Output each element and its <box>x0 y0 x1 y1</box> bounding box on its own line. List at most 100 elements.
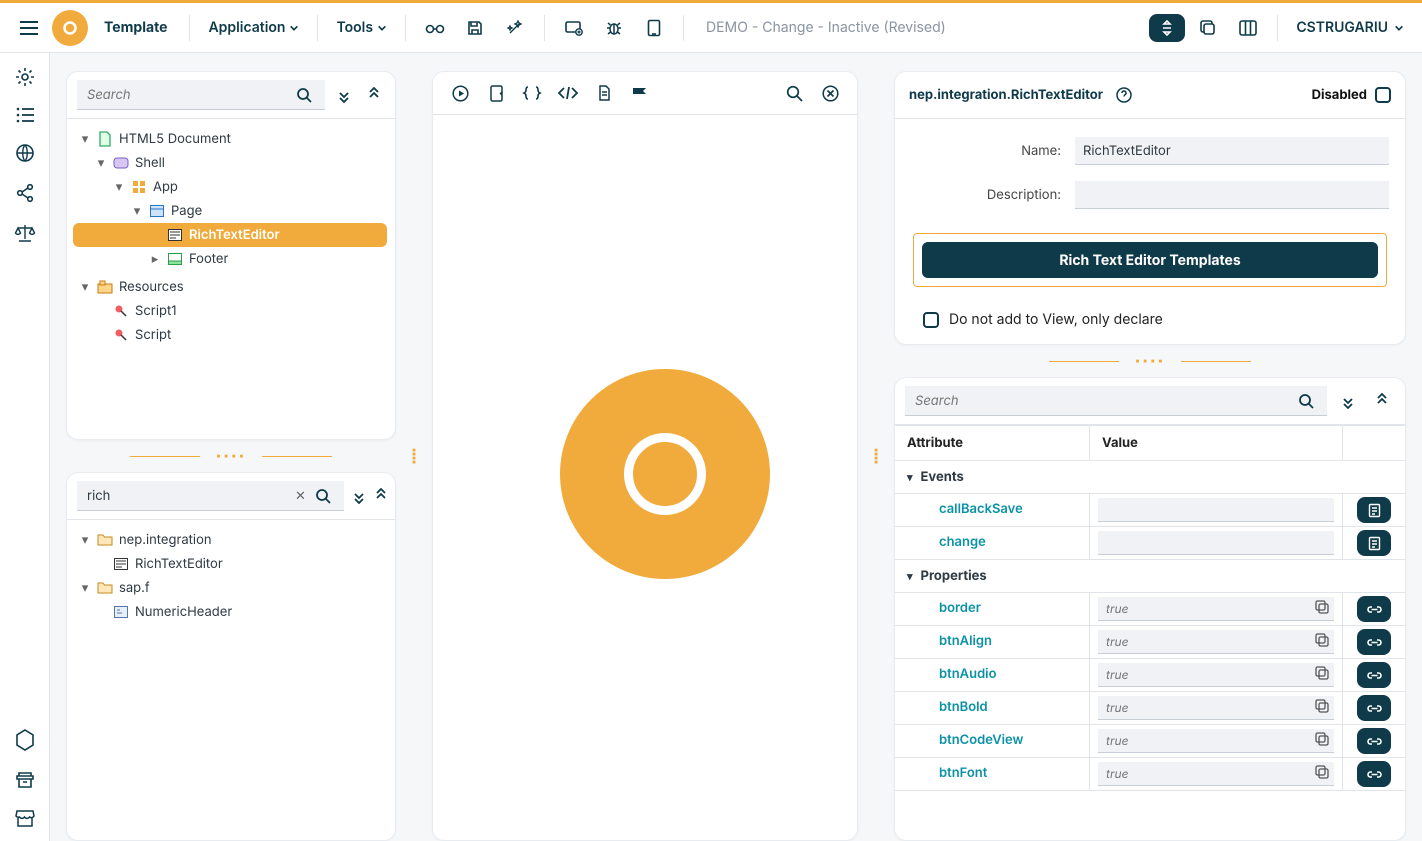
code-icon[interactable] <box>555 80 581 106</box>
lib-group-sapf[interactable]: ▾ sap.f <box>73 576 387 600</box>
property-link[interactable]: btnAlign <box>939 633 992 649</box>
group-properties[interactable]: ▾ Properties <box>895 560 1405 593</box>
application-menu[interactable]: Application <box>202 19 305 36</box>
lib-group-nep[interactable]: ▾ nep.integration <box>73 528 387 552</box>
tree-node-richtexteditor[interactable]: ▸ RichTextEditor <box>73 223 387 247</box>
library-search[interactable]: ✕ <box>77 481 344 511</box>
archive-icon[interactable] <box>15 771 35 789</box>
tree-node-page[interactable]: ▾ Page <box>73 199 387 223</box>
bind-button[interactable] <box>1357 761 1391 787</box>
save-icon[interactable] <box>458 11 492 45</box>
collapse-all-icon[interactable] <box>1369 388 1395 414</box>
tree-node-resources[interactable]: ▾ Resources <box>73 275 387 299</box>
rich-text-editor-templates-button[interactable]: Rich Text Editor Templates <box>922 242 1378 278</box>
bind-button[interactable] <box>1357 728 1391 754</box>
list-icon[interactable] <box>15 107 35 123</box>
collapse-all-icon[interactable] <box>363 82 385 108</box>
library-search-input[interactable] <box>85 487 291 505</box>
expand-all-icon[interactable] <box>352 483 366 509</box>
property-value-input[interactable] <box>1098 663 1334 687</box>
tree-node-root[interactable]: ▾ HTML5 Document <box>73 127 387 151</box>
event-link[interactable]: change <box>939 534 986 550</box>
copy-icon[interactable] <box>1191 11 1225 45</box>
play-icon[interactable] <box>447 80 473 106</box>
tree-search-input[interactable] <box>85 86 291 104</box>
tree-node-footer[interactable]: ▸ Footer <box>73 247 387 271</box>
tree-node-shell[interactable]: ▾ Shell <box>73 151 387 175</box>
value-helper-icon[interactable] <box>1314 599 1330 615</box>
group-events[interactable]: ▾ Events <box>895 461 1405 494</box>
user-menu[interactable]: CSTRUGARIU <box>1290 19 1410 36</box>
bind-button[interactable] <box>1357 596 1391 622</box>
edit-script-button[interactable] <box>1357 530 1391 556</box>
close-circle-icon[interactable] <box>817 80 843 106</box>
vertical-splitter-left[interactable]: ▪▪▪▪ <box>408 71 420 841</box>
horizontal-splitter-right[interactable]: ▪▪▪▪ <box>894 355 1406 367</box>
value-helper-icon[interactable] <box>1314 665 1330 681</box>
declare-only-checkbox[interactable] <box>923 312 939 328</box>
document-icon[interactable] <box>591 80 617 106</box>
globe-icon[interactable] <box>15 143 35 163</box>
magic-wand-icon[interactable] <box>498 11 532 45</box>
tree-node-script1[interactable]: ▸ Script1 <box>73 299 387 323</box>
bug-icon[interactable] <box>597 11 631 45</box>
name-input[interactable] <box>1075 137 1389 165</box>
value-helper-icon[interactable] <box>1314 764 1330 780</box>
search-icon[interactable] <box>291 82 317 108</box>
event-link[interactable]: callBackSave <box>939 501 1023 517</box>
lib-item-rte[interactable]: ▸ RichTextEditor <box>73 552 387 576</box>
hexagon-icon[interactable] <box>15 729 35 751</box>
value-helper-icon[interactable] <box>1314 632 1330 648</box>
expand-all-icon[interactable] <box>1335 388 1361 414</box>
property-link[interactable]: btnBold <box>939 699 988 715</box>
hamburger-menu-icon[interactable] <box>12 11 46 45</box>
attribute-search[interactable] <box>905 386 1327 416</box>
horizontal-splitter[interactable]: ▪▪▪▪ <box>66 450 396 462</box>
bind-button[interactable] <box>1357 629 1391 655</box>
event-value-input[interactable] <box>1098 498 1334 522</box>
scales-icon[interactable] <box>14 223 36 243</box>
bind-button[interactable] <box>1357 695 1391 721</box>
search-icon[interactable] <box>1293 388 1319 414</box>
columns-icon[interactable] <box>1231 11 1265 45</box>
property-link[interactable]: btnFont <box>939 765 987 781</box>
vertical-resize-icon[interactable] <box>1149 14 1185 42</box>
event-value-input[interactable] <box>1098 531 1334 555</box>
property-value-input[interactable] <box>1098 696 1334 720</box>
disabled-checkbox[interactable] <box>1375 87 1391 103</box>
monitor-add-icon[interactable] <box>557 11 591 45</box>
gear-icon[interactable] <box>15 67 35 87</box>
lib-item-numericheader[interactable]: ▸ NumericHeader <box>73 600 387 624</box>
share-nodes-icon[interactable] <box>15 183 35 203</box>
expand-all-icon[interactable] <box>333 82 355 108</box>
bind-button[interactable] <box>1357 662 1391 688</box>
vertical-splitter-right[interactable]: ▪▪▪▪ <box>870 71 882 841</box>
clear-search-icon[interactable]: ✕ <box>291 488 310 504</box>
tree-node-script[interactable]: ▸ Script <box>73 323 387 347</box>
attribute-search-input[interactable] <box>913 392 1293 410</box>
glasses-icon[interactable] <box>418 11 452 45</box>
value-helper-icon[interactable] <box>1314 698 1330 714</box>
property-link[interactable]: btnCodeView <box>939 732 1023 748</box>
flag-icon[interactable] <box>627 80 653 106</box>
tree-node-app[interactable]: ▾ App <box>73 175 387 199</box>
value-helper-icon[interactable] <box>1314 731 1330 747</box>
edit-script-button[interactable] <box>1357 497 1391 523</box>
description-input[interactable] <box>1075 181 1389 209</box>
property-value-input[interactable] <box>1098 762 1334 786</box>
search-icon[interactable] <box>310 483 336 509</box>
collapse-all-icon[interactable] <box>374 483 388 509</box>
property-value-input[interactable] <box>1098 597 1334 621</box>
help-icon[interactable] <box>1111 82 1137 108</box>
tools-menu[interactable]: Tools <box>330 19 393 36</box>
search-icon[interactable] <box>781 80 807 106</box>
tree-search[interactable] <box>77 80 325 110</box>
phone-preview-icon[interactable] <box>483 80 509 106</box>
property-value-input[interactable] <box>1098 729 1334 753</box>
property-link[interactable]: btnAudio <box>939 666 997 682</box>
braces-icon[interactable] <box>519 80 545 106</box>
tablet-icon[interactable] <box>637 11 671 45</box>
property-link[interactable]: border <box>939 600 981 616</box>
store-icon[interactable] <box>15 809 35 827</box>
property-value-input[interactable] <box>1098 630 1334 654</box>
